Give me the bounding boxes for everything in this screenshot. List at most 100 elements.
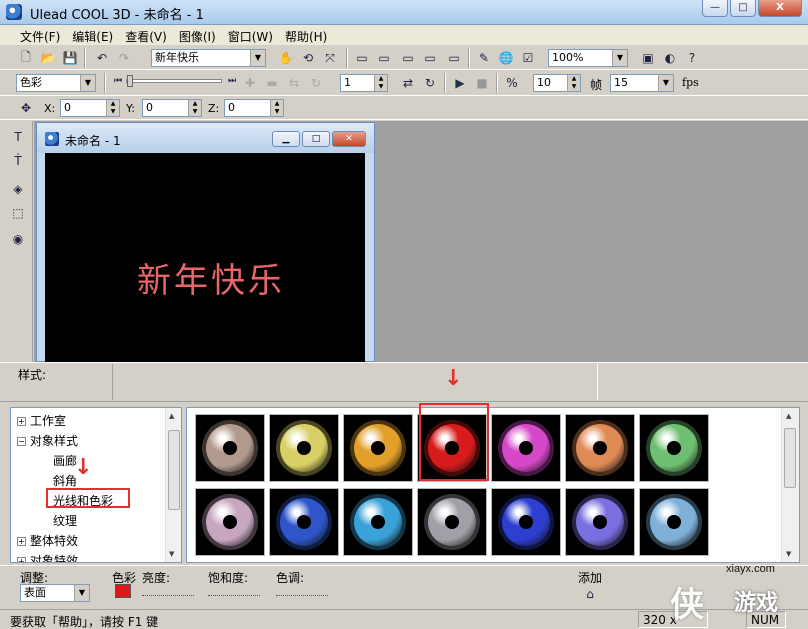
align-bottom-icon[interactable]: ▭ — [444, 48, 464, 68]
text-object-value: 新年快乐 — [155, 51, 199, 64]
loop-key-icon[interactable]: ↻ — [306, 73, 326, 93]
insert-graphic-icon[interactable]: ◈ — [8, 179, 28, 199]
properties-icon[interactable]: ☑ — [518, 48, 538, 68]
help-cursor-icon[interactable]: ? — [682, 48, 702, 68]
tree-scrollbar[interactable]: ▲ ▼ — [165, 408, 181, 562]
hand-pan-icon[interactable]: ✋ — [276, 48, 296, 68]
menu-help[interactable]: 帮助(H) — [279, 25, 333, 45]
gallery-swatch[interactable] — [491, 414, 561, 482]
tree-item-object-style[interactable]: − 对象样式 — [17, 432, 78, 449]
gallery-swatch[interactable] — [269, 488, 339, 556]
menu-file[interactable]: 文件(F) — [14, 25, 66, 45]
tree-item-object-fx[interactable]: + 对象特效 — [17, 552, 78, 562]
menu-view[interactable]: 查看(V) — [119, 25, 173, 45]
menu-image[interactable]: 图像(I) — [173, 25, 222, 45]
render-canvas[interactable]: 新年快乐 — [45, 153, 365, 363]
insert-geometric-icon[interactable]: ◉ — [8, 229, 28, 249]
gallery-swatch[interactable] — [417, 488, 487, 556]
stop-icon[interactable]: ■ — [472, 73, 492, 93]
gallery-swatch[interactable] — [269, 414, 339, 482]
doc-maximize-button[interactable]: □ — [302, 131, 330, 147]
percent-icon[interactable]: % — [502, 73, 522, 93]
save-icon[interactable]: 💾 — [60, 48, 80, 68]
align-center-icon[interactable]: ▭ — [374, 48, 394, 68]
attribute-combo[interactable]: 色彩 ▼ — [16, 74, 96, 92]
text-object-combo[interactable]: 新年快乐 ▼ — [151, 49, 266, 67]
remove-key-icon[interactable]: ▬ — [262, 73, 282, 93]
z-spin[interactable]: 0 ▲ ▼ — [224, 99, 284, 117]
render-icon[interactable]: ▣ — [638, 48, 658, 68]
rotate-object-icon[interactable]: ⟲ — [298, 48, 318, 68]
last-key-icon[interactable]: ⏭ — [222, 71, 242, 91]
gallery-scrollbar[interactable]: ▲ ▼ — [781, 408, 799, 562]
gallery-swatch[interactable] — [195, 488, 265, 556]
x-spin[interactable]: 0 ▲ ▼ — [60, 99, 120, 117]
reverse-key-icon[interactable]: ⇆ — [284, 73, 304, 93]
brightness-slider[interactable] — [142, 588, 194, 596]
scroll-thumb[interactable] — [168, 430, 180, 510]
add-to-gallery-icon[interactable]: ⌂ — [580, 584, 600, 604]
scroll-down-icon[interactable]: ▼ — [169, 550, 174, 558]
gallery-swatch[interactable] — [343, 414, 413, 482]
timeline-slider[interactable] — [126, 75, 222, 87]
first-key-icon[interactable]: ⏮ — [108, 71, 128, 91]
edit-graphic-icon[interactable]: ⬚ — [8, 203, 28, 223]
menu-edit[interactable]: 编辑(E) — [66, 25, 119, 45]
document-window[interactable]: 未命名 - 1 ▁ □ ✕ 新年快乐 — [36, 122, 375, 363]
loop-icon[interactable]: ↻ — [420, 73, 440, 93]
zoom-combo[interactable]: 100% ▼ — [548, 49, 628, 67]
frame-number-spin[interactable]: 1 ▲ ▼ — [340, 74, 388, 92]
surface-combo[interactable]: 表面 ▼ — [20, 584, 90, 602]
gallery-swatch[interactable] — [491, 488, 561, 556]
tree-item-global-fx[interactable]: + 整体特效 — [17, 532, 78, 549]
maximize-button[interactable]: □ — [730, 0, 756, 17]
menu-window[interactable]: 窗口(W) — [222, 25, 279, 45]
timeline-thumb[interactable] — [127, 75, 133, 87]
speed-spin[interactable]: 10 ▲ ▼ — [533, 74, 581, 92]
expand-icon[interactable]: + — [17, 417, 26, 426]
canvas-text-object[interactable]: 新年快乐 — [137, 253, 285, 302]
move-object-icon[interactable]: ✥ — [16, 98, 36, 118]
globe-icon[interactable]: 🌐 — [496, 48, 516, 68]
color-picker-icon[interactable]: ◐ — [660, 48, 680, 68]
redo-icon[interactable]: ↷ — [114, 48, 134, 68]
gallery-swatch[interactable] — [343, 488, 413, 556]
expand-icon[interactable]: + — [17, 537, 26, 546]
open-folder-icon[interactable]: 📂 — [38, 48, 58, 68]
edit-object-icon[interactable]: ✎ — [474, 48, 494, 68]
align-right-icon[interactable]: ▭ — [398, 48, 418, 68]
insert-text-icon[interactable]: T — [8, 127, 28, 147]
saturation-slider[interactable] — [208, 588, 260, 596]
scroll-up-icon[interactable]: ▲ — [169, 412, 174, 420]
hue-slider[interactable] — [276, 588, 328, 596]
fps-combo[interactable]: 15 ▼ — [610, 74, 674, 92]
gallery-swatch[interactable] — [639, 488, 709, 556]
new-file-icon[interactable]: 🗋 — [16, 48, 36, 68]
expand-icon[interactable]: + — [17, 557, 26, 562]
gallery-swatch[interactable] — [195, 414, 265, 482]
undo-icon[interactable]: ↶ — [92, 48, 112, 68]
minimize-button[interactable]: — — [702, 0, 728, 17]
tree-item-texture[interactable]: 纹理 — [53, 512, 77, 529]
gallery-swatch[interactable] — [639, 414, 709, 482]
color-swatch-button[interactable] — [115, 584, 131, 598]
y-spin[interactable]: 0 ▲ ▼ — [142, 99, 202, 117]
scroll-up-icon[interactable]: ▲ — [786, 412, 791, 420]
align-left-icon[interactable]: ▭ — [352, 48, 372, 68]
align-top-icon[interactable]: ▭ — [420, 48, 440, 68]
scroll-thumb[interactable] — [784, 428, 796, 488]
doc-close-button[interactable]: ✕ — [332, 131, 366, 147]
pingpong-icon[interactable]: ⇄ — [398, 73, 418, 93]
collapse-icon[interactable]: − — [17, 437, 26, 446]
size-object-icon[interactable]: ⤧ — [320, 48, 340, 68]
close-button[interactable]: X — [758, 0, 802, 17]
gallery-swatch[interactable] — [565, 488, 635, 556]
document-title-bar[interactable]: 未命名 - 1 ▁ □ ✕ — [37, 123, 374, 153]
edit-text-icon[interactable]: Ṫ — [8, 151, 28, 171]
gallery-swatch[interactable] — [565, 414, 635, 482]
play-icon[interactable]: ▶ — [450, 73, 470, 93]
fps-value: 15 — [614, 76, 628, 89]
tree-item-studio[interactable]: + 工作室 — [17, 412, 66, 429]
doc-minimize-button[interactable]: ▁ — [272, 131, 300, 147]
add-key-icon[interactable]: ✚ — [240, 73, 260, 93]
